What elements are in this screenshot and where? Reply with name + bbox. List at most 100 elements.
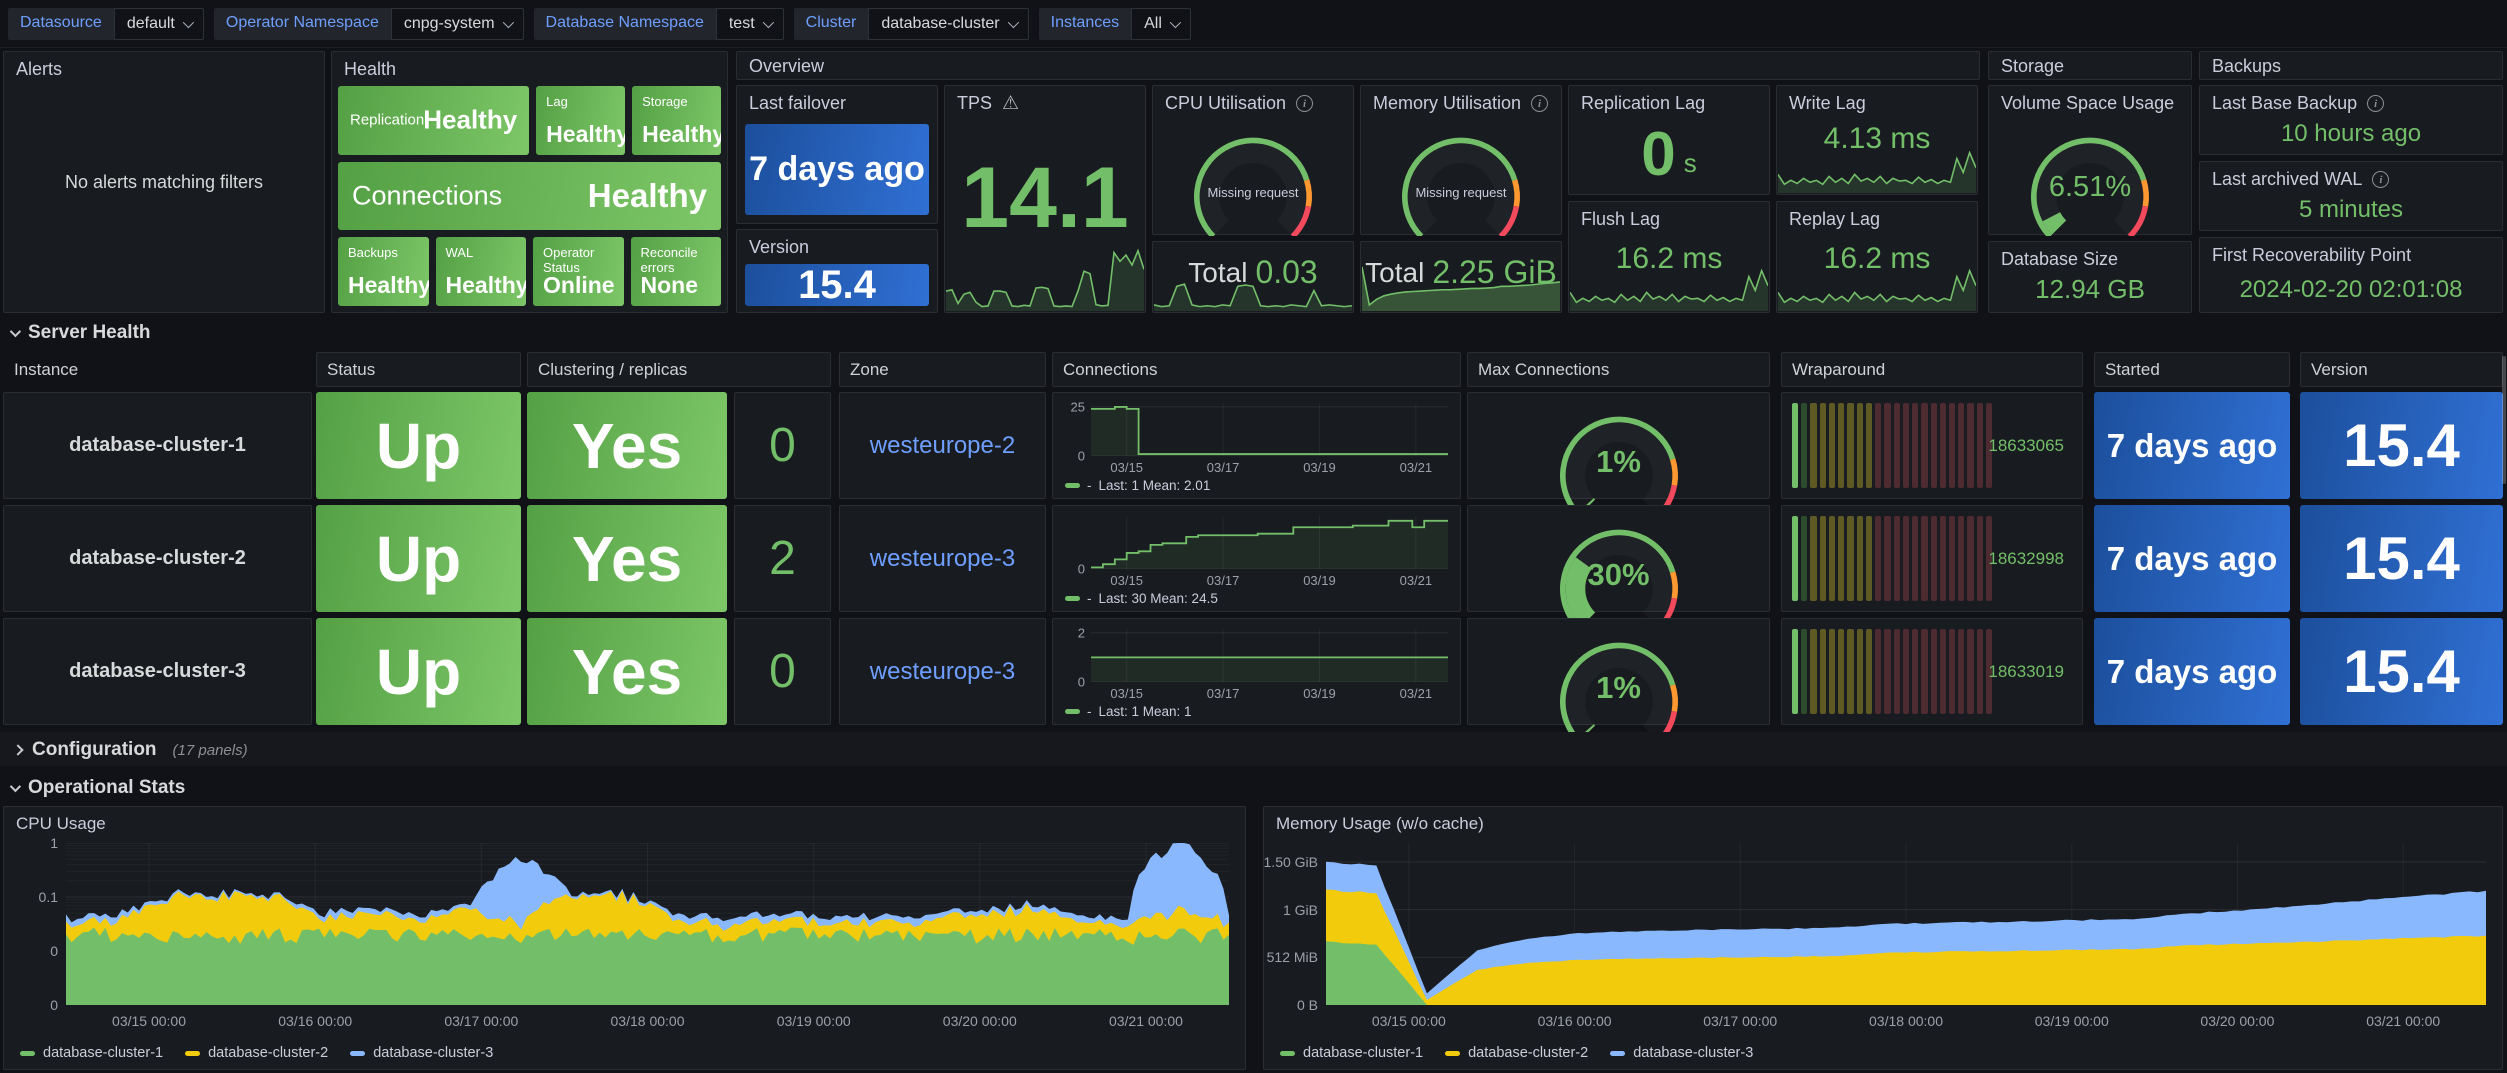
last-archived-wal-wrap: 5 minutes	[2200, 196, 2502, 224]
legend-item[interactable]: database-cluster-1	[1280, 1045, 1423, 1061]
panel-title: CPU Usage	[4, 807, 1245, 841]
legend-item[interactable]: database-cluster-2	[185, 1045, 328, 1061]
group-title: Overview	[737, 52, 1979, 81]
first-recoverability-point-value: 2024-02-20 02:01:08	[2240, 276, 2463, 304]
column-header: Started	[2094, 352, 2290, 387]
tile-value: Healthy	[546, 121, 625, 148]
tile-label: Lag	[546, 94, 568, 109]
alerts-panel: Alerts No alerts matching filters	[3, 51, 325, 313]
clustering-cell: Yes	[527, 618, 727, 725]
memory-utilisation-gauge	[1361, 118, 1561, 230]
panel-title: Last archived WALi	[2200, 162, 2502, 197]
column-header: Zone	[839, 352, 1046, 387]
x-axis-tick: 03/15	[1110, 573, 1143, 588]
legend-label: database-cluster-3	[1633, 1045, 1753, 1061]
status-value: Up	[376, 635, 461, 709]
legend-item[interactable]: database-cluster-3	[1610, 1045, 1753, 1061]
connections-plot: 2003/1503/1703/1903/21	[1091, 629, 1448, 682]
y-axis-tick: 1.50 GiB	[1264, 854, 1318, 870]
section-operational-stats[interactable]: Operational Stats	[10, 777, 185, 799]
write-lag-value: 4.13 ms	[1824, 122, 1931, 156]
last-archived-wal-value: 5 minutes	[2299, 196, 2403, 224]
tile-value: Healthy	[348, 272, 429, 299]
version-panel: Version 15.4	[736, 229, 938, 313]
clustering-value: Yes	[572, 522, 682, 596]
y-axis-tick: 1	[50, 835, 58, 851]
filter-value-dropdown[interactable]: default	[114, 8, 204, 40]
panel-title: Database Size	[1989, 242, 2191, 277]
legend-series-name: -	[1087, 478, 1092, 493]
last-base-backup-wrap: 10 hours ago	[2200, 120, 2502, 148]
y-axis-tick: 0	[50, 943, 58, 959]
legend-series-name: -	[1087, 591, 1092, 606]
zone-link[interactable]: westeurope-2	[870, 432, 1015, 460]
panel-title: Last Base Backupi	[2200, 86, 2502, 121]
version-cell: 15.4	[2300, 618, 2503, 725]
filter-label[interactable]: Database Namespace	[534, 8, 716, 40]
info-icon: i	[2367, 95, 2384, 112]
legend-swatch	[1065, 483, 1080, 488]
filter-label[interactable]: Instances	[1039, 8, 1131, 40]
panel-title: Replication Lag	[1569, 86, 1769, 121]
group-title: Storage	[1989, 52, 2191, 81]
zone-link[interactable]: westeurope-3	[870, 545, 1015, 573]
column-header: Wraparound	[1781, 352, 2083, 387]
section-configuration[interactable]: Configuration (17 panels)	[14, 739, 248, 761]
x-axis-tick: 03/17	[1207, 573, 1240, 588]
legend-series-name: -	[1087, 704, 1092, 719]
legend-item[interactable]: database-cluster-1	[20, 1045, 163, 1061]
replicas-value: 2	[769, 531, 796, 586]
filter-value-dropdown[interactable]: test	[716, 8, 784, 40]
version-value: 15.4	[2343, 524, 2460, 593]
started-cell: 7 days ago	[2094, 618, 2290, 725]
cpu-usage-plot: 10.10003/15 00:0003/16 00:0003/17 00:000…	[18, 843, 1229, 1005]
tile-value: Online	[543, 272, 615, 299]
replay-lag-wrap: 16.2 ms	[1777, 242, 1977, 276]
legend-item[interactable]: database-cluster-2	[1445, 1045, 1588, 1061]
panel-title: First Recoverability Point	[2200, 238, 2502, 273]
last-base-backup-value: 10 hours ago	[2281, 120, 2421, 148]
write-lag-wrap: 4.13 ms	[1777, 122, 1977, 156]
scrollbar-thumb[interactable]	[2502, 356, 2506, 484]
group-title: Backups	[2200, 52, 2502, 81]
zone-link[interactable]: westeurope-3	[870, 658, 1015, 686]
section-server-health[interactable]: Server Health	[10, 322, 151, 344]
tile-value: Healthy	[588, 177, 707, 215]
chevron-right-icon	[12, 744, 23, 755]
y-axis-tick: 0	[50, 997, 58, 1013]
filter-value-dropdown[interactable]: database-cluster	[868, 8, 1028, 40]
started-value: 7 days ago	[2107, 427, 2278, 465]
filter-label[interactable]: Datasource	[8, 8, 114, 40]
cpu-total-value: 0.03	[1255, 254, 1317, 291]
series-legend[interactable]: -Last: 1 Mean: 1	[1065, 704, 1192, 719]
section-title: Configuration	[32, 739, 157, 761]
series-legend[interactable]: -Last: 1 Mean: 2.01	[1065, 478, 1210, 493]
backups-header: Backups	[2199, 51, 2503, 80]
filter-value: cnpg-system	[404, 15, 495, 33]
filter-value-dropdown[interactable]: cnpg-system	[391, 8, 524, 40]
series-legend[interactable]: -Last: 30 Mean: 24.5	[1065, 591, 1218, 606]
x-axis-tick: 03/21	[1400, 686, 1433, 701]
tps-sparkline	[946, 245, 1144, 311]
wraparound-bar-gauge	[1792, 516, 1992, 601]
tps-panel: TPS ⚠ 14.1	[944, 85, 1146, 313]
filter-label[interactable]: Cluster	[794, 8, 869, 40]
filter-value: All	[1144, 15, 1162, 33]
y-axis-tick: 1 GiB	[1283, 902, 1318, 918]
wraparound-value: 18633065	[1988, 436, 2064, 456]
panel-title: Last failover	[737, 86, 937, 121]
legend-item[interactable]: database-cluster-3	[350, 1045, 493, 1061]
status-value: Up	[376, 522, 461, 596]
filter-value-dropdown[interactable]: All	[1131, 8, 1191, 40]
legend-swatch	[1610, 1051, 1625, 1056]
replicas-cell: 0	[734, 392, 831, 499]
status-cell: Up	[316, 392, 521, 499]
filter-label[interactable]: Operator Namespace	[214, 8, 391, 40]
x-axis-tick: 03/15 00:00	[112, 1013, 186, 1029]
legend-swatch	[20, 1051, 35, 1056]
last-archived-wal-panel: Last archived WALi 5 minutes	[2199, 161, 2503, 231]
x-axis-tick: 03/19 00:00	[777, 1013, 851, 1029]
instance-name: database-cluster-1	[69, 434, 246, 457]
x-axis-tick: 03/16 00:00	[278, 1013, 352, 1029]
legend-swatch	[1065, 596, 1080, 601]
